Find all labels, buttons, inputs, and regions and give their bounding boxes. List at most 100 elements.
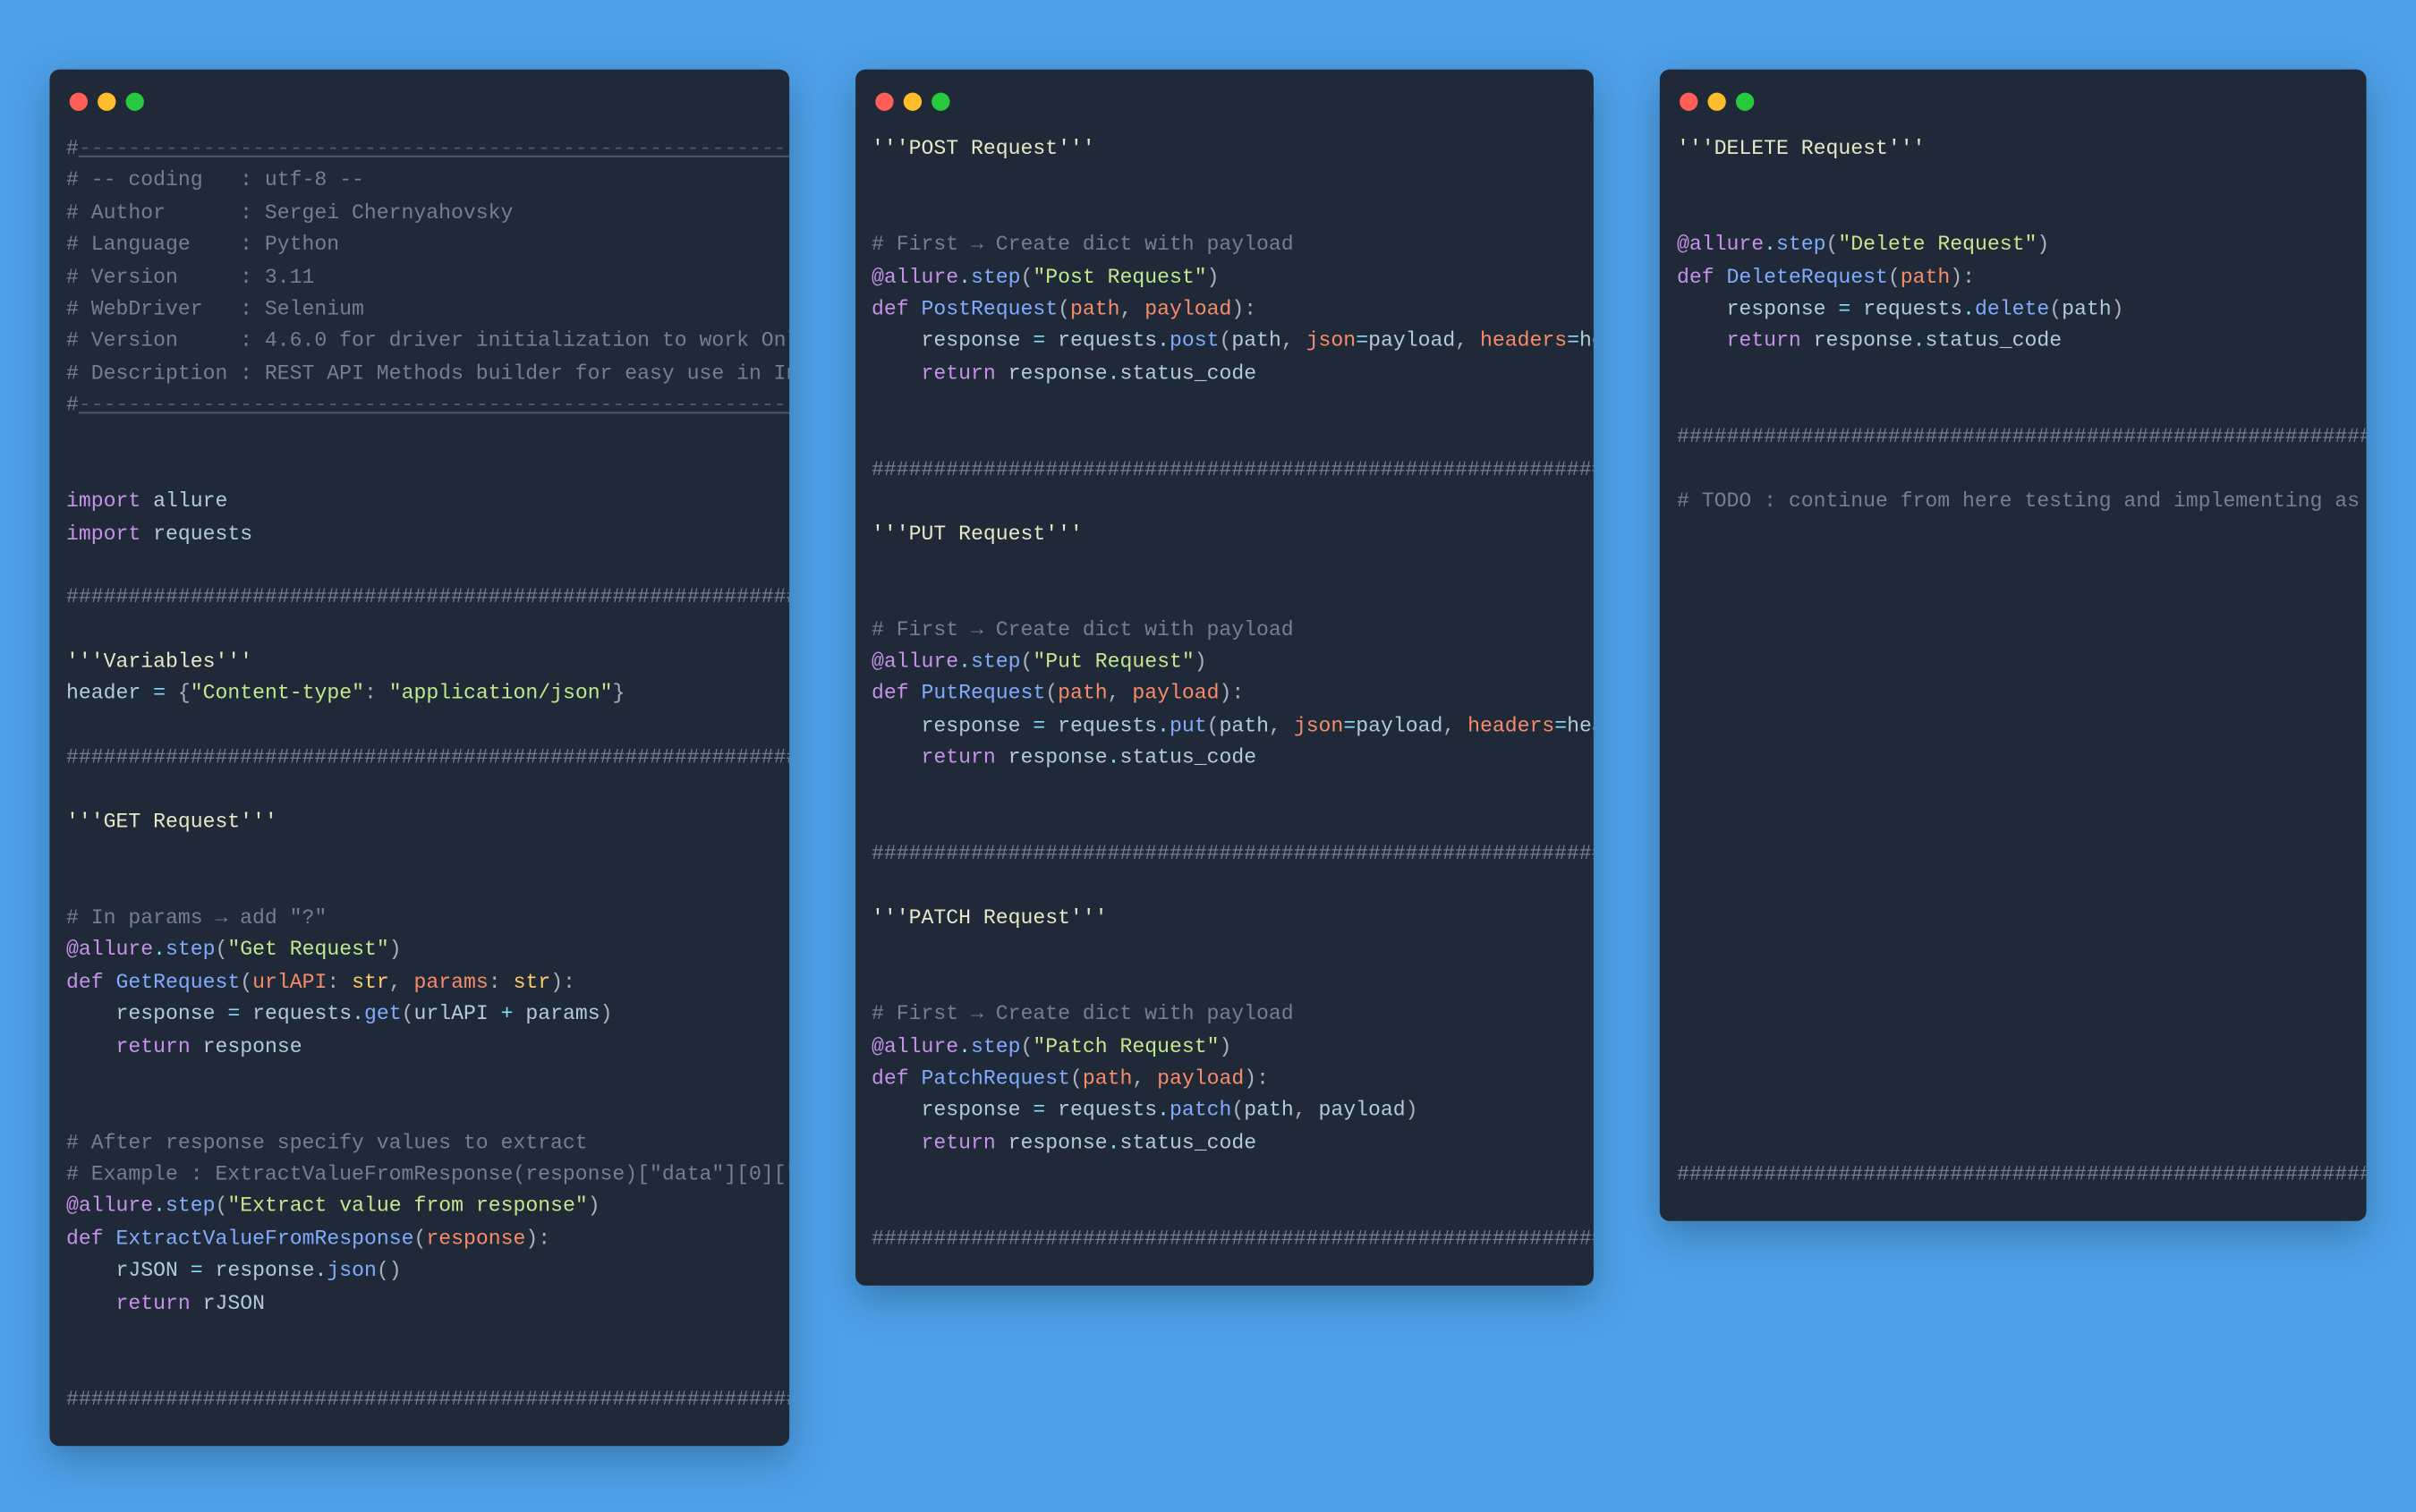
paren: ( <box>1021 266 1034 289</box>
fn-name: DeleteRequest <box>1727 266 1888 289</box>
fn-name: ExtractValueFromResponse <box>116 1227 414 1251</box>
module-name: allure <box>153 490 227 514</box>
minimize-icon[interactable] <box>98 93 115 111</box>
string: "Content-type" <box>191 683 364 706</box>
decorator: @allure <box>872 266 958 289</box>
separator: ########################################… <box>66 586 789 609</box>
paren: ): <box>1244 1067 1269 1091</box>
return-kw: return <box>1727 329 1801 353</box>
op: = <box>1838 298 1850 321</box>
comment: # In params → add "?" <box>66 906 327 930</box>
header-line: # Version : 3.11 <box>66 266 314 289</box>
module: requests <box>1045 329 1157 353</box>
dot: . <box>153 939 166 962</box>
arg: payload <box>1319 1099 1406 1122</box>
maximize-icon[interactable] <box>126 93 144 111</box>
paren: ( <box>215 1195 227 1219</box>
method: put <box>1170 714 1207 737</box>
var: response <box>996 746 1108 769</box>
def-kw: def <box>66 1227 104 1251</box>
comment: # Example : ExtractValueFromResponse(res… <box>66 1163 789 1186</box>
paren: ( <box>1888 266 1901 289</box>
comma: , <box>389 971 414 994</box>
op: = <box>227 1003 240 1026</box>
attr: status_code <box>1119 361 1256 385</box>
traffic-lights <box>1677 93 2350 134</box>
close-icon[interactable] <box>875 93 893 111</box>
code-window-1: #---------------------------------------… <box>49 70 788 1447</box>
separator: ########################################… <box>66 1388 789 1411</box>
comma: , <box>1120 298 1145 321</box>
header-line: # Author : Sergei Chernyahovsky <box>66 201 513 225</box>
paren: ) <box>1220 1035 1232 1058</box>
var: response <box>1677 298 1838 321</box>
dot: . <box>1108 361 1120 385</box>
minimize-icon[interactable] <box>903 93 921 111</box>
comment: # After response specify values to extra… <box>66 1131 588 1154</box>
return-kw: return <box>921 1131 995 1154</box>
paren: ) <box>1207 266 1220 289</box>
paren: ) <box>2112 298 2124 321</box>
attr: status_code <box>1119 746 1256 769</box>
def-kw: def <box>872 1067 909 1091</box>
code-block-1[interactable]: #---------------------------------------… <box>66 134 772 1416</box>
paren: ( <box>215 939 227 962</box>
string: "Extract value from response" <box>227 1195 587 1219</box>
indent <box>872 361 922 385</box>
string: "Delete Request" <box>1838 234 2037 257</box>
code-block-3[interactable]: '''DELETE Request''' @allure.step("Delet… <box>1677 134 2350 1192</box>
separator: ########################################… <box>1677 426 2367 449</box>
close-icon[interactable] <box>70 93 88 111</box>
def-kw: def <box>66 971 104 994</box>
close-icon[interactable] <box>1680 93 1698 111</box>
dot: . <box>958 1035 971 1058</box>
eq-op: = <box>153 683 166 706</box>
import-kw: import <box>66 490 140 514</box>
dot: . <box>1764 234 1776 257</box>
section-docstring: '''GET Request''' <box>66 811 277 834</box>
paren: ( <box>2049 298 2062 321</box>
return-kw: return <box>115 1291 190 1314</box>
def-kw: def <box>1677 266 1714 289</box>
colon: : <box>489 971 514 994</box>
header-line: # WebDriver : Selenium <box>66 298 364 321</box>
type: str <box>352 971 389 994</box>
decorator-fn: step <box>1776 234 1826 257</box>
dot: . <box>1913 329 1926 353</box>
arg: path <box>1231 329 1281 353</box>
dot: . <box>1157 329 1170 353</box>
indent <box>66 1035 116 1058</box>
param: path <box>1058 683 1108 706</box>
comment: # First → Create dict with payload <box>872 618 1294 641</box>
code-window-2: '''POST Request''' # First → Create dict… <box>855 70 1594 1286</box>
module-name: requests <box>153 522 252 545</box>
comma: , <box>1132 1067 1157 1091</box>
paren: ): <box>1231 298 1256 321</box>
var: response <box>1801 329 1913 353</box>
section-docstring: '''PATCH Request''' <box>872 906 1108 930</box>
code-block-2[interactable]: '''POST Request''' # First → Create dict… <box>872 134 1578 1256</box>
op: = <box>191 1260 203 1283</box>
minimize-icon[interactable] <box>1708 93 1726 111</box>
indent <box>872 746 922 769</box>
arg: header <box>1567 714 1594 737</box>
paren: ) <box>2037 234 2049 257</box>
maximize-icon[interactable] <box>932 93 949 111</box>
maximize-icon[interactable] <box>1737 93 1755 111</box>
paren: ( <box>1058 298 1070 321</box>
arg: payload <box>1356 714 1442 737</box>
return-kw: return <box>921 746 995 769</box>
arg: path <box>1244 1099 1294 1122</box>
var: response <box>872 1099 1033 1122</box>
header-line: # Language : Python <box>66 234 339 257</box>
section-docstring: '''PUT Request''' <box>872 522 1083 545</box>
comma: , <box>1294 1099 1319 1122</box>
method: post <box>1170 329 1220 353</box>
section-docstring: '''DELETE Request''' <box>1677 137 1925 160</box>
param: params <box>414 971 489 994</box>
string: "Get Request" <box>227 939 388 962</box>
paren: ( <box>240 971 252 994</box>
paren: ): <box>1220 683 1245 706</box>
traffic-lights <box>872 93 1578 134</box>
separator: ########################################… <box>1677 1163 2367 1186</box>
